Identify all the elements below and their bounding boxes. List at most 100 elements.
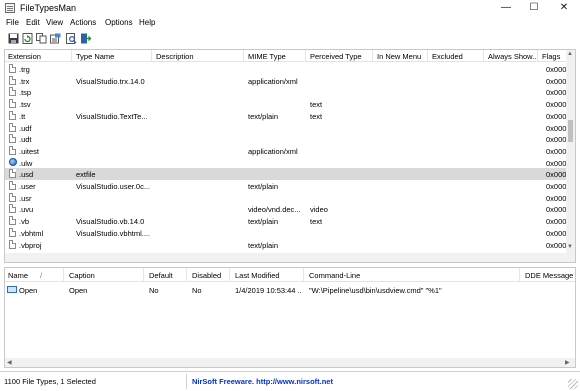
file-type-row[interactable]: .vbhtml VisualStudio.vbhtml.... 0x0000 bbox=[5, 227, 567, 239]
cell-perceived-type: text bbox=[310, 217, 323, 227]
cell-type-name: VisualStudio.TextTe... bbox=[76, 111, 148, 121]
action-row[interactable]: Open Open No No 1/4/2019 10:53:44 ... "W… bbox=[5, 284, 575, 296]
cell-perceived-type: text bbox=[310, 111, 323, 121]
col-command-line[interactable]: Command-Line bbox=[309, 271, 360, 280]
scroll-left-icon[interactable]: ◀ bbox=[7, 359, 12, 366]
file-type-row[interactable]: .udt 0x0000 bbox=[5, 133, 567, 145]
cell-extension: .vbhtml bbox=[19, 228, 44, 238]
save-icon[interactable] bbox=[8, 33, 19, 44]
cell-flags: 0x0000 bbox=[546, 205, 567, 215]
sort-indicator-icon: / bbox=[40, 271, 43, 280]
cell-flags: 0x0000 bbox=[546, 228, 567, 238]
cell-extension: .tsv bbox=[19, 100, 31, 110]
cell-flags: 0x0000 bbox=[546, 111, 567, 121]
file-type-row[interactable]: .usd extfile 0x0000 bbox=[5, 168, 567, 180]
file-type-row[interactable]: .uitest application/xml 0x0000 bbox=[5, 145, 567, 157]
actions-list[interactable]: Name / Caption Default Disabled Last Mod… bbox=[4, 267, 576, 368]
file-type-row[interactable]: .tsp 0x0000 bbox=[5, 86, 567, 98]
action-disabled: No bbox=[192, 286, 202, 295]
file-types-vertical-scrollbar[interactable]: ▲ ▼ bbox=[566, 50, 575, 262]
file-icon bbox=[9, 169, 16, 179]
col-extension[interactable]: Extension bbox=[8, 52, 41, 61]
col-caption[interactable]: Caption bbox=[69, 271, 95, 280]
cell-mime-type: video/vnd.dec... bbox=[248, 205, 301, 215]
file-type-row[interactable]: .uvu video/vnd.dec... video 0x0000 bbox=[5, 203, 567, 215]
properties-icon[interactable] bbox=[50, 33, 61, 44]
cell-type-name: VisualStudio.vb.14.0 bbox=[76, 217, 145, 227]
file-type-row[interactable]: .usr 0x0000 bbox=[5, 192, 567, 204]
refresh-icon[interactable] bbox=[22, 33, 33, 44]
menu-options[interactable]: Options bbox=[105, 18, 133, 27]
col-mime-type[interactable]: MIME Type bbox=[248, 52, 286, 61]
cell-extension: .uvu bbox=[19, 205, 34, 215]
menu-help[interactable]: Help bbox=[139, 18, 155, 27]
cell-extension: .trx bbox=[19, 76, 30, 86]
menu-file[interactable]: File bbox=[6, 18, 19, 27]
scroll-up-icon[interactable]: ▲ bbox=[567, 51, 573, 57]
col-flags[interactable]: Flags bbox=[542, 52, 560, 61]
col-name[interactable]: Name bbox=[8, 271, 28, 280]
file-icon bbox=[9, 134, 16, 144]
status-count: 1100 File Types, 1 Selected bbox=[4, 377, 96, 386]
exit-icon[interactable] bbox=[80, 33, 91, 44]
cell-extension: .tt bbox=[19, 111, 26, 121]
scroll-thumb[interactable] bbox=[568, 120, 573, 142]
nirsoft-link[interactable]: NirSoft Freeware. http://www.nirsoft.net bbox=[192, 377, 333, 386]
col-disabled[interactable]: Disabled bbox=[192, 271, 221, 280]
file-type-row[interactable]: .user VisualStudio.user.0c... text/plain 0x… bbox=[5, 180, 567, 192]
col-default[interactable]: Default bbox=[149, 271, 173, 280]
file-type-row[interactable]: .trx VisualStudio.trx.14.0 application/xml… bbox=[5, 75, 567, 87]
cell-perceived-type: text bbox=[310, 100, 323, 110]
cell-type-name: VisualStudio.user.0c... bbox=[76, 182, 150, 191]
cell-mime-type: text/plain bbox=[248, 240, 279, 250]
minimize-button[interactable]: — bbox=[492, 0, 520, 16]
toolbar bbox=[0, 31, 580, 47]
app-icon bbox=[5, 3, 15, 13]
copy-icon[interactable] bbox=[36, 33, 47, 44]
menu-actions[interactable]: Actions bbox=[70, 18, 96, 27]
scroll-down-icon[interactable]: ▼ bbox=[567, 244, 573, 250]
col-always-show[interactable]: Always Show... bbox=[488, 52, 538, 61]
file-types-horizontal-scrollbar[interactable] bbox=[5, 253, 567, 262]
file-type-row[interactable]: .tsv text 0x0000 bbox=[5, 98, 567, 110]
cell-extension: .udt bbox=[19, 135, 32, 145]
col-perceived-type[interactable]: Perceived Type bbox=[310, 52, 362, 61]
status-bar: 1100 File Types, 1 Selected NirSoft Free… bbox=[0, 371, 580, 391]
file-type-row[interactable]: .vb VisualStudio.vb.14.0 text/plain text 0x0… bbox=[5, 215, 567, 227]
file-icon bbox=[9, 192, 16, 202]
col-in-new-menu[interactable]: In New Menu bbox=[377, 52, 421, 61]
cell-mime-type: application/xml bbox=[248, 76, 298, 86]
maximize-button[interactable]: ☐ bbox=[520, 0, 548, 16]
col-excluded[interactable]: Excluded bbox=[432, 52, 463, 61]
action-name: Open bbox=[19, 286, 38, 295]
actions-header: Name / Caption Default Disabled Last Mod… bbox=[5, 268, 575, 282]
scroll-right-icon[interactable]: ▶ bbox=[565, 359, 570, 366]
menu-edit[interactable]: Edit bbox=[26, 18, 40, 27]
resize-grip-icon[interactable] bbox=[568, 379, 578, 389]
file-icon bbox=[9, 75, 16, 85]
file-icon bbox=[9, 87, 16, 97]
actions-horizontal-scrollbar[interactable]: ◀ ▶ bbox=[5, 358, 575, 367]
cell-flags: 0x0000 bbox=[546, 240, 567, 250]
file-type-row[interactable]: .tt VisualStudio.TextTe... text/plain text 0… bbox=[5, 110, 567, 122]
action-last-modified: 1/4/2019 10:53:44 ... bbox=[235, 286, 301, 295]
cell-flags: 0x0000 bbox=[546, 88, 567, 98]
file-type-row[interactable]: .ulw 0x0000 bbox=[5, 157, 567, 169]
find-icon[interactable] bbox=[66, 33, 77, 44]
menu-view[interactable]: View bbox=[46, 18, 63, 27]
col-type-name[interactable]: Type Name bbox=[76, 52, 114, 61]
file-icon bbox=[9, 216, 16, 226]
cell-mime-type: text/plain bbox=[248, 217, 279, 227]
cell-flags: 0x0000 bbox=[546, 123, 567, 133]
col-dde-message[interactable]: DDE Message bbox=[525, 271, 573, 280]
close-button[interactable]: ✕ bbox=[550, 0, 578, 16]
file-type-row[interactable]: .vbproj text/plain 0x0000 bbox=[5, 239, 567, 251]
file-types-list[interactable]: Extension Type Name Description MIME Typ… bbox=[4, 49, 576, 263]
file-type-row[interactable]: .udf 0x0000 bbox=[5, 122, 567, 134]
col-last-modified[interactable]: Last Modified bbox=[235, 271, 280, 280]
col-description[interactable]: Description bbox=[156, 52, 194, 61]
file-type-row[interactable]: .trg 0x0000 bbox=[5, 63, 567, 75]
file-icon bbox=[9, 110, 16, 120]
cell-flags: 0x0000 bbox=[546, 135, 567, 145]
cell-extension: .tsp bbox=[19, 88, 32, 98]
